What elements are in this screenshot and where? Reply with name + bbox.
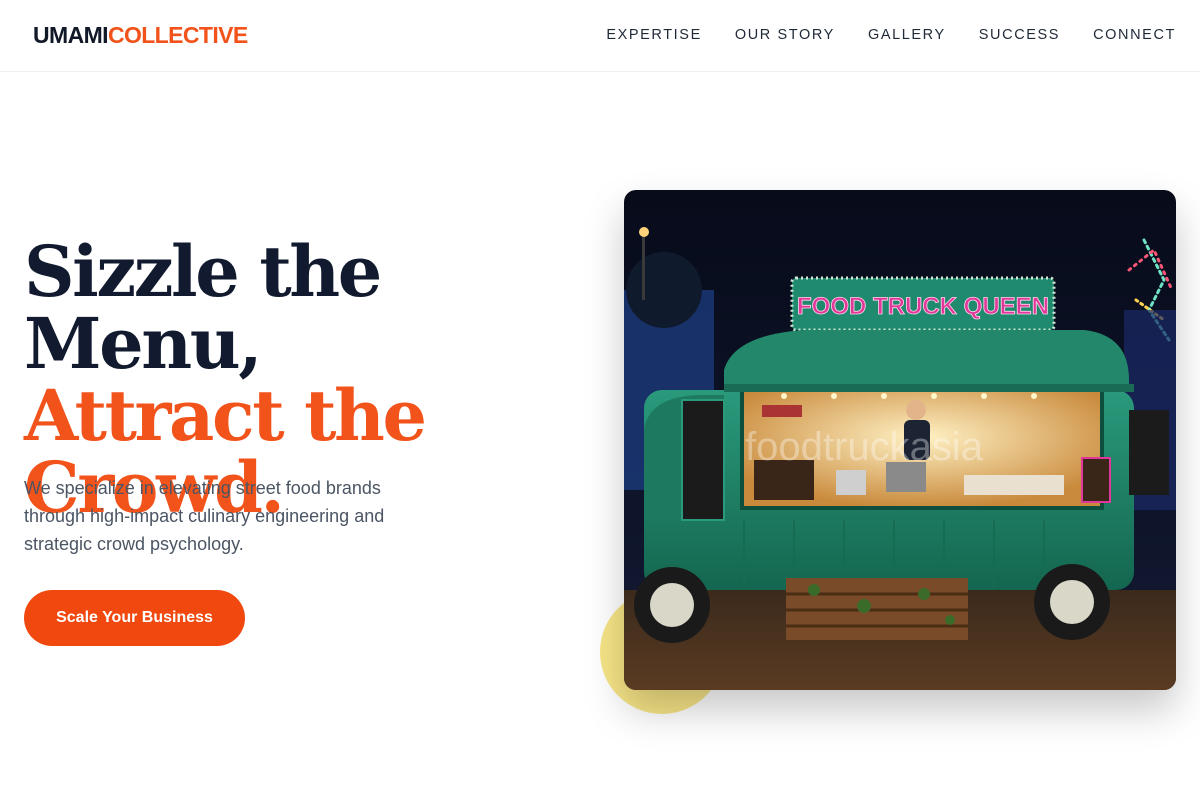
logo-text-accent: COLLECTIVE bbox=[107, 22, 248, 48]
nav-link-success[interactable]: SUCCESS bbox=[979, 26, 1060, 44]
hero-description: We specialize in elevating street food b… bbox=[24, 478, 385, 554]
brand-logo[interactable]: UMAMICOLLECTIVE bbox=[33, 22, 248, 48]
nav-link-connect[interactable]: CONNECT bbox=[1093, 26, 1176, 44]
food-truck-illustration: FOOD TRUCK QUEEN foodtruckasia bbox=[624, 190, 1176, 690]
image-watermark: foodtruckasia bbox=[745, 425, 984, 469]
headline-line-1: Sizzle the Menu, bbox=[24, 230, 382, 385]
nav-link-gallery[interactable]: GALLERY bbox=[868, 26, 946, 44]
logo-text-primary: UMAMI bbox=[33, 22, 109, 48]
main-nav: EXPERTISE OUR STORY GALLERY SUCCESS CONN… bbox=[606, 26, 1176, 44]
nav-link-expertise[interactable]: EXPERTISE bbox=[606, 26, 702, 44]
site-header: UMAMICOLLECTIVE EXPERTISE OUR STORY GALL… bbox=[0, 0, 1200, 72]
nav-link-our-story[interactable]: OUR STORY bbox=[735, 26, 835, 44]
truck-sign-text: FOOD TRUCK QUEEN bbox=[797, 293, 1049, 320]
food-truck-image: FOOD TRUCK QUEEN foodtruckasia bbox=[624, 190, 1176, 690]
scale-business-button[interactable]: Scale Your Business bbox=[24, 590, 245, 646]
